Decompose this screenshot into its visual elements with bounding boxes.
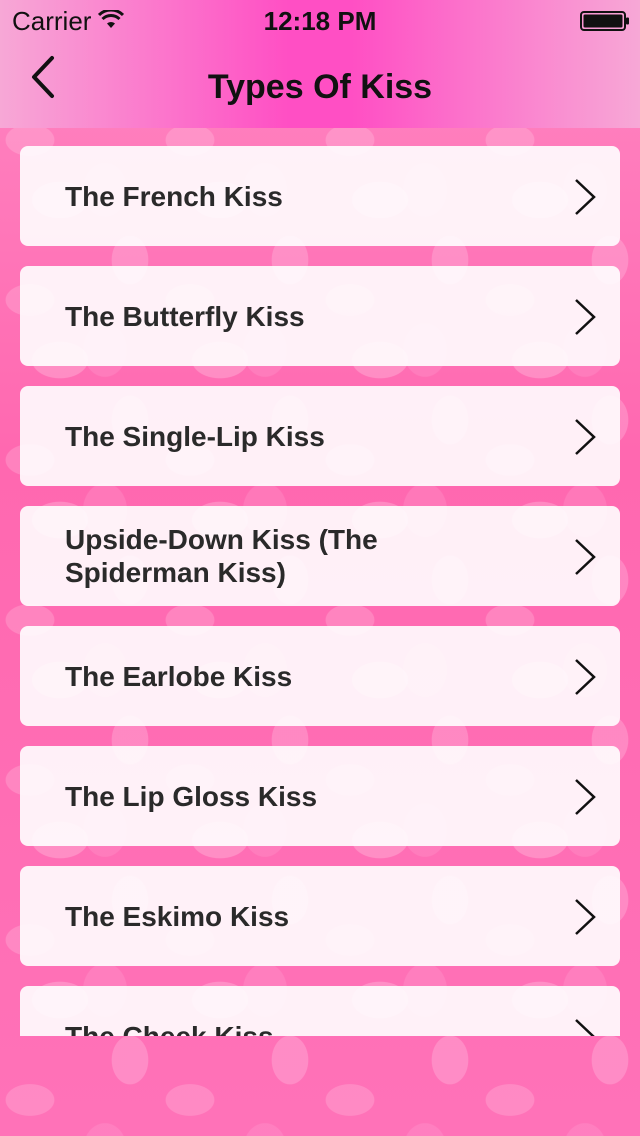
app-screen: Carrier 12:18 PM Types Of Kiss The Frenc… — [0, 0, 640, 1136]
list-item-lip-gloss-kiss[interactable]: The Lip Gloss Kiss — [20, 746, 620, 846]
chevron-right-icon — [575, 539, 596, 575]
nav-content: Types Of Kiss — [0, 40, 640, 128]
list-item-label: The Single-Lip Kiss — [65, 420, 325, 452]
chevron-right-icon — [575, 779, 596, 815]
list-item-label: The Lip Gloss Kiss — [65, 780, 318, 812]
list-item-label: Upside-Down Kiss (The Spiderman Kiss) — [65, 524, 378, 588]
chevron-right-icon — [575, 1019, 595, 1036]
list-item-earlobe-kiss[interactable]: The Earlobe Kiss — [20, 626, 620, 726]
list-item-label: The Cheek Kiss — [65, 1020, 274, 1037]
list-item-label: The Eskimo Kiss — [65, 900, 290, 932]
chevron-right-icon — [575, 299, 596, 335]
list-item-label: The French Kiss — [65, 180, 283, 212]
chevron-right-icon — [575, 899, 596, 935]
list-item-single-lip-kiss[interactable]: The Single-Lip Kiss — [20, 386, 620, 486]
list-item-upside-down-kiss[interactable]: Upside-Down Kiss (The Spiderman Kiss) — [20, 506, 620, 606]
list-item-label: The Earlobe Kiss — [65, 660, 293, 692]
list-item-french-kiss[interactable]: The French Kiss — [20, 146, 620, 246]
list-item-label: The Butterfly Kiss — [65, 300, 305, 332]
chevron-right-icon — [575, 419, 596, 455]
status-time: 12:18 PM — [263, 6, 377, 36]
battery-icon — [580, 11, 629, 31]
kiss-types-list: The French Kiss The Butterfly Kiss The S… — [20, 146, 620, 1036]
chevron-right-icon — [575, 659, 596, 695]
page-title: Types Of Kiss — [207, 68, 433, 106]
list-item-eskimo-kiss[interactable]: The Eskimo Kiss — [20, 866, 620, 966]
chevron-right-icon — [575, 179, 596, 215]
status-bar: Carrier 12:18 PM — [0, 0, 640, 40]
list-item-cheek-kiss[interactable]: The Cheek Kiss — [20, 986, 620, 1036]
list-item-butterfly-kiss[interactable]: The Butterfly Kiss — [20, 266, 620, 366]
